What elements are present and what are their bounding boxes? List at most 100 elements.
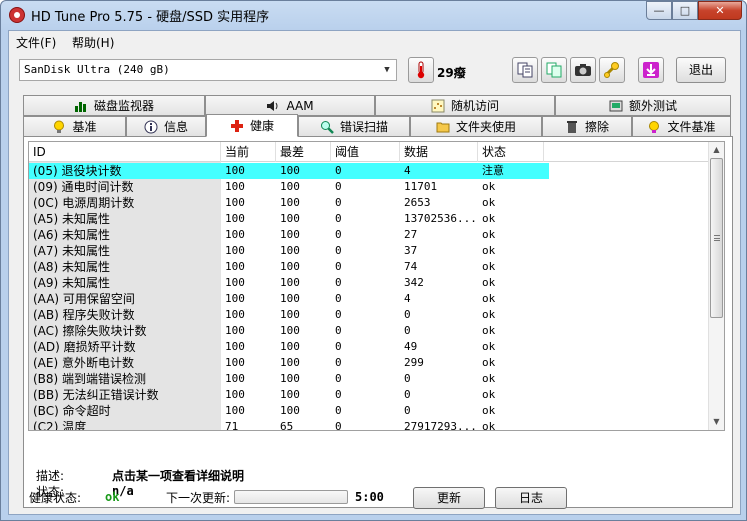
table-row[interactable]: (BC) 命令超时 100 100 0 0 ok xyxy=(29,403,709,419)
table-row[interactable]: (A8) 未知属性 100 100 0 74 ok xyxy=(29,259,709,275)
trash-icon xyxy=(566,120,577,133)
threshold-cell: 0 xyxy=(335,212,342,225)
scroll-down-icon[interactable]: ▼ xyxy=(709,414,724,430)
worst-cell: 100 xyxy=(280,388,300,401)
refresh-button[interactable]: 更新 xyxy=(413,487,485,509)
header-current[interactable]: 当前 xyxy=(221,142,276,162)
tab-error-scan[interactable]: 错误扫描 xyxy=(298,116,410,137)
temperature-button[interactable] xyxy=(408,57,434,83)
status-cell: ok xyxy=(482,212,496,225)
current-cell: 100 xyxy=(225,404,245,417)
tab-health[interactable]: 健康 xyxy=(206,114,298,137)
scroll-thumb[interactable] xyxy=(710,158,723,318)
threshold-cell: 0 xyxy=(335,356,342,369)
extra-tests-icon xyxy=(609,100,623,111)
exit-button[interactable]: 退出 xyxy=(676,57,726,83)
current-cell: 100 xyxy=(225,244,245,257)
table-row[interactable]: (AB) 程序失败计数 100 100 0 0 ok xyxy=(29,307,709,323)
status-cell: ok xyxy=(482,388,496,401)
status-cell: ok xyxy=(482,308,496,321)
header-status[interactable]: 状态 xyxy=(478,142,544,162)
tab-erase[interactable]: 擦除 xyxy=(542,116,632,137)
table-row[interactable]: (B8) 端到端错误检测 100 100 0 0 ok xyxy=(29,371,709,387)
header-worst[interactable]: 最差 xyxy=(276,142,331,162)
header-threshold[interactable]: 阈值 xyxy=(331,142,400,162)
copy-text-icon xyxy=(517,62,533,78)
menu-help[interactable]: 帮助(H) xyxy=(72,34,114,51)
tab-file-benchmark[interactable]: 文件基准 xyxy=(632,116,731,137)
id-cell: (05) 退役块计数 xyxy=(33,164,122,178)
tab-label: 额外测试 xyxy=(628,99,677,113)
scroll-up-icon[interactable]: ▲ xyxy=(709,142,724,158)
data-cell: 13702536... xyxy=(404,212,477,225)
copy-info-button[interactable] xyxy=(541,57,567,83)
tab-benchmark[interactable]: 基准 xyxy=(23,116,126,137)
download-arrow-icon xyxy=(643,62,659,78)
table-row[interactable]: (BB) 无法纠正错误计数 100 100 0 0 ok xyxy=(29,387,709,403)
id-cell: (AD) 磨损矫平计数 xyxy=(33,340,136,354)
next-update-label: 下一次更新: xyxy=(166,491,231,505)
table-row[interactable]: (C2) 温度 71 65 0 27917293... ok xyxy=(29,419,709,430)
table-row[interactable]: (0C) 电源周期计数 100 100 0 2653 ok xyxy=(29,195,709,211)
window-title: HD Tune Pro 5.75 - 硬盘/SSD 实用程序 xyxy=(31,10,270,25)
close-button[interactable]: ✕ xyxy=(698,1,742,20)
chevron-down-icon[interactable]: ▼ xyxy=(380,62,394,78)
table-row[interactable]: (AC) 擦除失败块计数 100 100 0 0 ok xyxy=(29,323,709,339)
current-cell: 100 xyxy=(225,196,245,209)
id-cell: (B8) 端到端错误检测 xyxy=(33,372,147,386)
table-row[interactable]: (A5) 未知属性 100 100 0 13702536... ok xyxy=(29,211,709,227)
threshold-cell: 0 xyxy=(335,292,342,305)
drive-select[interactable]: SanDisk Ultra (240 gB) ▼ xyxy=(19,59,397,81)
vertical-scrollbar[interactable]: ▲ ▼ xyxy=(708,142,724,430)
tab-random-access[interactable]: 随机访问 xyxy=(375,95,555,116)
table-row[interactable]: (A9) 未知属性 100 100 0 342 ok xyxy=(29,275,709,291)
current-cell: 100 xyxy=(225,180,245,193)
menu-file[interactable]: 文件(F) xyxy=(16,34,56,51)
tab-folder-usage[interactable]: 文件夹使用 xyxy=(410,116,542,137)
header-data[interactable]: 数据 xyxy=(400,142,478,162)
current-cell: 100 xyxy=(225,324,245,337)
tab-info[interactable]: 信息 xyxy=(126,116,206,137)
threshold-cell: 0 xyxy=(335,340,342,353)
table-row[interactable]: (09) 通电时间计数 100 100 0 11701 ok xyxy=(29,179,709,195)
copy-text-button[interactable] xyxy=(512,57,538,83)
threshold-cell: 0 xyxy=(335,308,342,321)
log-button[interactable]: 日志 xyxy=(495,487,567,509)
id-cell: (AB) 程序失败计数 xyxy=(33,308,135,322)
worst-cell: 100 xyxy=(280,164,300,177)
threshold-cell: 0 xyxy=(335,388,342,401)
tab-aam[interactable]: AAM xyxy=(205,95,375,116)
current-cell: 100 xyxy=(225,228,245,241)
health-status-label: 健康状态: xyxy=(29,491,82,505)
screenshot-button[interactable] xyxy=(570,57,596,83)
table-header: ID 当前 最差 阈值 数据 状态 xyxy=(29,142,709,162)
header-id[interactable]: ID xyxy=(29,142,221,162)
folder-icon xyxy=(436,122,450,132)
description-label: 描述: xyxy=(36,469,65,483)
lightbulb-icon xyxy=(54,120,65,133)
table-row[interactable]: (AE) 意外断电计数 100 100 0 299 ok xyxy=(29,355,709,371)
maximize-button[interactable]: □ xyxy=(672,1,698,20)
data-cell: 74 xyxy=(404,260,418,273)
minimize-button[interactable]: — xyxy=(646,1,672,20)
title-bar[interactable]: HD Tune Pro 5.75 - 硬盘/SSD 实用程序 — □ ✕ xyxy=(1,1,746,29)
save-button[interactable] xyxy=(638,57,664,83)
table-row[interactable]: (A6) 未知属性 100 100 0 27 ok xyxy=(29,227,709,243)
table-row[interactable]: (AD) 磨损矫平计数 100 100 0 49 ok xyxy=(29,339,709,355)
smart-attribute-table[interactable]: ID 当前 最差 阈值 数据 状态 (05) 退役块计数 100 100 0 4 注意 (0… xyxy=(28,141,725,431)
table-row[interactable]: (05) 退役块计数 100 100 0 4 注意 xyxy=(29,163,549,179)
worst-cell: 100 xyxy=(280,180,300,193)
tab-extra-tests[interactable]: 额外测试 xyxy=(555,95,731,116)
grip-icon xyxy=(714,235,720,241)
tab-disk-monitor[interactable]: 磁盘监视器 xyxy=(23,95,205,116)
data-cell: 27 xyxy=(404,228,418,241)
client-area: 文件(F) 帮助(H) SanDisk Ultra (240 gB) ▼ 29癈 xyxy=(8,30,741,515)
table-row[interactable]: (AA) 可用保留空间 100 100 0 4 ok xyxy=(29,291,709,307)
table-row[interactable]: (A7) 未知属性 100 100 0 37 ok xyxy=(29,243,709,259)
app-window: HD Tune Pro 5.75 - 硬盘/SSD 实用程序 — □ ✕ 文件(… xyxy=(0,0,747,521)
options-button[interactable] xyxy=(599,57,625,83)
id-cell: (AA) 可用保留空间 xyxy=(33,292,135,306)
threshold-cell: 0 xyxy=(335,276,342,289)
data-cell: 11701 xyxy=(404,180,438,193)
tab-label: 文件夹使用 xyxy=(455,120,516,134)
